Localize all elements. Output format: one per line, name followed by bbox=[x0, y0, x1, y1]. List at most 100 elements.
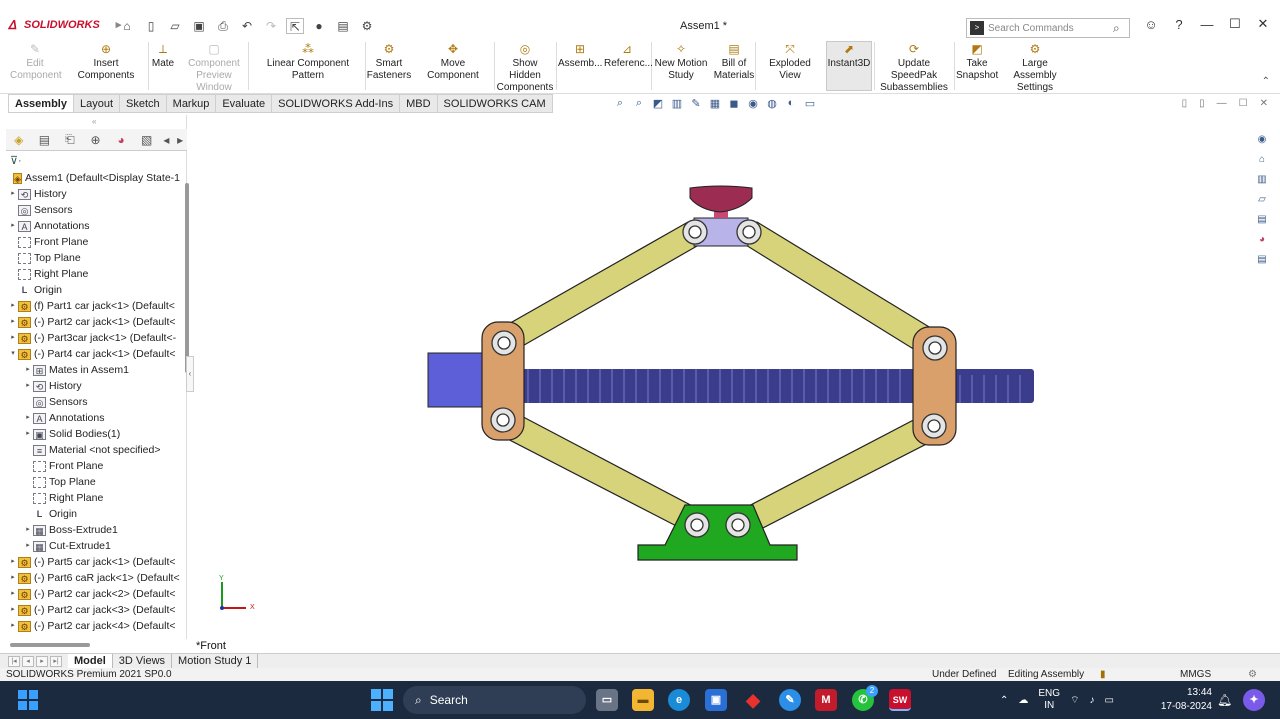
expand-arrow-icon[interactable]: ▸ bbox=[23, 426, 33, 442]
store-icon[interactable]: ▣ bbox=[705, 689, 727, 711]
tree-item[interactable]: L Origin bbox=[6, 506, 180, 522]
tree-item[interactable]: ◎ Sensors bbox=[6, 202, 180, 218]
undo-icon[interactable]: ↶ bbox=[238, 18, 256, 34]
chevron-up-icon[interactable]: ⌃ bbox=[1000, 695, 1008, 706]
tree-item[interactable]: Right Plane bbox=[6, 490, 180, 506]
tree-item[interactable]: ▾ ⚙ (-) Part4 car jack<1> (Default< bbox=[6, 346, 180, 362]
large-assembly-button[interactable]: ⚙ Large Assembly Settings bbox=[1000, 42, 1070, 94]
language-indicator[interactable]: ENG IN bbox=[1038, 688, 1060, 712]
show-hidden-button[interactable]: ◎ Show Hidden Components bbox=[496, 42, 554, 94]
solidworks-logo[interactable]: ᐃ SOLIDWORKS ▸ bbox=[8, 18, 121, 32]
expand-arrow-icon[interactable]: ▾ bbox=[8, 346, 18, 362]
search-icon[interactable]: ⌕ bbox=[1113, 21, 1129, 36]
viewport-maximize-icon[interactable]: ☐ bbox=[1239, 98, 1248, 109]
filter-icon[interactable]: ⊽· bbox=[8, 152, 186, 170]
pane-grip-icon[interactable]: « bbox=[92, 117, 96, 126]
bill-of-materials-button[interactable]: ▤ Bill of Materials bbox=[713, 42, 755, 82]
tree-item[interactable]: ▸ ▦ Cut-Extrude1 bbox=[6, 538, 180, 554]
maximize-icon[interactable]: ☐ bbox=[1228, 16, 1242, 32]
scenes-icon[interactable]: ◕ bbox=[1254, 234, 1270, 248]
save-icon[interactable]: ▣ bbox=[190, 18, 208, 34]
tree-item[interactable]: ◈ Assem1 (Default<Display State-1 bbox=[6, 170, 180, 186]
bottom-tab-3d-views[interactable]: 3D Views bbox=[113, 653, 173, 669]
tree-item[interactable]: ▸ ⚙ (-) Part3car jack<1> (Default<- bbox=[6, 330, 180, 346]
expand-arrow-icon[interactable]: ▸ bbox=[23, 522, 33, 538]
print-icon[interactable]: ⎙ bbox=[214, 18, 232, 34]
cam-tab-icon[interactable]: ▧ bbox=[134, 133, 160, 147]
tree-item[interactable]: Right Plane bbox=[6, 266, 180, 282]
help-icon[interactable]: ? bbox=[1172, 17, 1186, 32]
volume-icon[interactable]: ♪ bbox=[1089, 695, 1094, 706]
viewport-minimize-icon[interactable]: — bbox=[1217, 98, 1227, 109]
diamond-app-icon[interactable]: ◆ bbox=[742, 689, 764, 711]
tree-item[interactable]: ▸ ⟲ History bbox=[6, 378, 180, 394]
tree-item[interactable]: ▸ ▣ Solid Bodies(1) bbox=[6, 426, 180, 442]
file-explorer-icon[interactable]: ▥ bbox=[1254, 174, 1270, 188]
expand-arrow-icon[interactable]: ▸ bbox=[8, 570, 18, 586]
collapse-ribbon-icon[interactable]: ⌃ bbox=[1262, 76, 1270, 87]
previous-view-icon[interactable]: ◩ bbox=[651, 97, 665, 111]
expand-arrow-icon[interactable]: ▸ bbox=[23, 378, 33, 394]
expand-arrow-icon[interactable]: ▸ bbox=[8, 218, 18, 234]
view-settings-icon[interactable]: ▭ bbox=[803, 97, 817, 111]
tree-item[interactable]: ▸ A Annotations bbox=[6, 410, 180, 426]
take-snapshot-button[interactable]: ◩ Take Snapshot bbox=[956, 42, 998, 82]
expand-arrow-icon[interactable]: ▸ bbox=[8, 330, 18, 346]
tree-item[interactable]: ▸ ⚙ (-) Part2 car jack<3> (Default< bbox=[6, 602, 180, 618]
zoom-area-icon[interactable]: ⌕ bbox=[632, 97, 646, 111]
battery-icon[interactable]: ▭ bbox=[1104, 695, 1113, 706]
appearance-icon[interactable]: ◍ bbox=[765, 97, 779, 111]
tab-assembly[interactable]: Assembly bbox=[8, 94, 74, 113]
rebuild-status-icon[interactable]: ▮ bbox=[1100, 668, 1106, 681]
edge-icon[interactable]: e bbox=[668, 689, 690, 711]
viewport-close-icon[interactable]: ✕ bbox=[1260, 98, 1268, 109]
expand-arrow-icon[interactable]: ▸ bbox=[8, 586, 18, 602]
tree-item[interactable]: ≡ Material <not specified> bbox=[6, 442, 180, 458]
dynamic-annotation-icon[interactable]: ✎ bbox=[689, 97, 703, 111]
tree-item[interactable]: ▸ ⚙ (-) Part2 car jack<4> (Default< bbox=[6, 618, 180, 634]
tree-item[interactable]: ▸ ⚙ (-) Part2 car jack<1> (Default< bbox=[6, 314, 180, 330]
tree-item[interactable]: ▸ ⚙ (-) Part6 caR jack<1> (Default< bbox=[6, 570, 180, 586]
tree-item[interactable]: L Origin bbox=[6, 282, 180, 298]
scene-icon[interactable]: ◐ bbox=[784, 97, 798, 111]
units-selector[interactable]: MMGS bbox=[1180, 668, 1211, 681]
expand-arrow-icon[interactable]: ▸ bbox=[8, 314, 18, 330]
pane-splitter[interactable]: ‹ bbox=[186, 356, 194, 392]
pane-horizontal-scrollbar[interactable] bbox=[10, 643, 90, 647]
bottom-tab-model[interactable]: Model bbox=[68, 653, 113, 669]
tree-item[interactable]: ▸ ⚙ (-) Part2 car jack<2> (Default< bbox=[6, 586, 180, 602]
prev-tab-icon[interactable]: ◂ bbox=[22, 655, 34, 667]
search-commands-box[interactable]: > Search Commands ⌕ bbox=[966, 18, 1130, 38]
solidworks-taskbar-icon[interactable]: SW bbox=[889, 689, 911, 711]
tree-item[interactable]: Top Plane bbox=[6, 474, 180, 490]
expand-arrow-icon[interactable]: ▸ bbox=[8, 298, 18, 314]
component-preview-button[interactable]: ▢ Component Preview Window bbox=[180, 42, 248, 94]
expand-arrow-icon[interactable]: ▸ bbox=[8, 602, 18, 618]
next-tab-icon[interactable]: ▸ bbox=[36, 655, 48, 667]
move-component-button[interactable]: ✥ Move Component bbox=[414, 42, 492, 82]
graphics-area[interactable]: Y X bbox=[194, 113, 1250, 653]
expand-arrow-icon[interactable]: ▸ bbox=[8, 554, 18, 570]
configuration-manager-tab-icon[interactable]: ⎗ bbox=[57, 132, 83, 147]
tree-scrollbar[interactable] bbox=[185, 183, 189, 373]
search-input[interactable]: Search Commands bbox=[988, 23, 1113, 34]
taskbar-search[interactable]: ⌕ Search bbox=[403, 686, 586, 714]
tree-item[interactable]: ▸ ⊞ Mates in Assem1 bbox=[6, 362, 180, 378]
cloud-icon[interactable]: ☁ bbox=[1018, 695, 1028, 706]
notifications-bell-icon[interactable]: 🔔︎ bbox=[1217, 693, 1232, 707]
hide-show-icon[interactable]: ◉ bbox=[746, 97, 760, 111]
expand-arrow-icon[interactable]: ▸ bbox=[8, 618, 18, 634]
wifi-icon[interactable]: ⌔ bbox=[1070, 694, 1079, 707]
feature-manager-tab-icon[interactable]: ◈ bbox=[6, 133, 32, 147]
tree-item[interactable]: ▸ ⚙ (-) Part5 car jack<1> (Default< bbox=[6, 554, 180, 570]
tile-icon[interactable]: ▯ bbox=[1199, 98, 1205, 109]
view-orientation-icon[interactable]: ▦ bbox=[708, 97, 722, 111]
copilot-icon[interactable]: ✦ bbox=[1243, 689, 1265, 711]
tab-solidworks-add-ins[interactable]: SOLIDWORKS Add-Ins bbox=[272, 94, 401, 113]
display-manager-tab-icon[interactable]: ◕ bbox=[108, 133, 134, 147]
tab-solidworks-cam[interactable]: SOLIDWORKS CAM bbox=[437, 94, 553, 113]
tree-item[interactable]: ▸ ⟲ History bbox=[6, 186, 180, 202]
tree-item[interactable]: ▸ ▦ Boss-Extrude1 bbox=[6, 522, 180, 538]
chat-app-icon[interactable]: ✎ bbox=[779, 689, 801, 711]
dimxpert-tab-icon[interactable]: ⊕ bbox=[83, 133, 109, 147]
